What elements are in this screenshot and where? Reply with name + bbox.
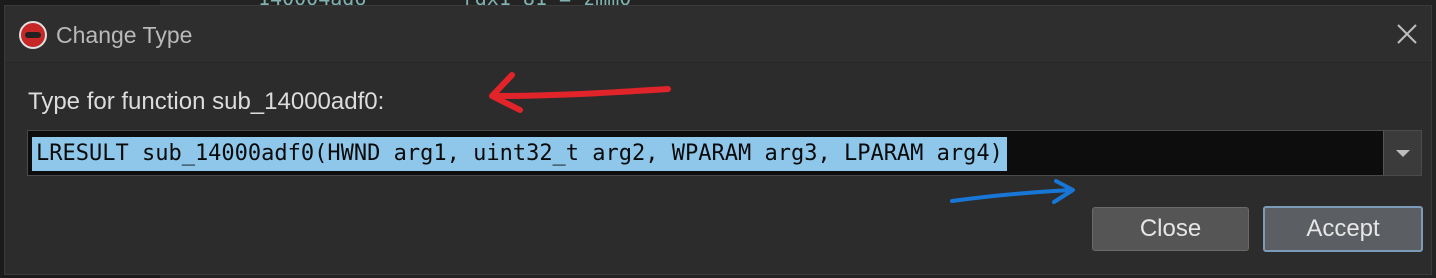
dropdown-button[interactable]	[1383, 131, 1421, 175]
close-icon[interactable]	[1395, 22, 1419, 46]
app-logo-icon	[19, 21, 47, 49]
dialog-titlebar: Change Type	[5, 6, 1431, 63]
type-input[interactable]: LRESULT sub_14000adf0(HWND arg1, uint32_…	[32, 137, 1007, 171]
dialog-title: Change Type	[56, 22, 193, 48]
chevron-down-icon	[1396, 150, 1410, 157]
type-combobox[interactable]: LRESULT sub_14000adf0(HWND arg1, uint32_…	[27, 130, 1422, 176]
close-button[interactable]: Close	[1092, 207, 1249, 251]
type-field-label: Type for function sub_14000adf0:	[28, 88, 385, 115]
change-type-dialog: Change Type Type for function sub_14000a…	[4, 5, 1432, 275]
accept-button[interactable]: Accept	[1263, 206, 1423, 252]
